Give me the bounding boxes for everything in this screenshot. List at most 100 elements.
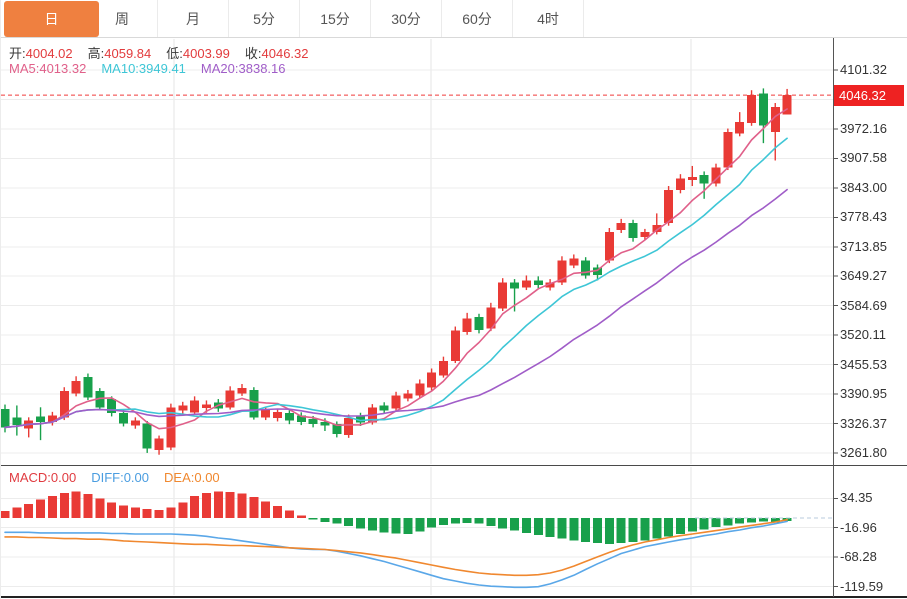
macd-bar[interactable] [498,517,508,529]
candle[interactable] [83,377,93,398]
candle[interactable] [308,419,318,425]
macd-bar[interactable] [462,517,472,524]
candle[interactable] [664,190,674,223]
macd-bar[interactable] [486,517,496,527]
macd-bar[interactable] [59,492,69,518]
candle[interactable] [415,383,425,396]
candle[interactable] [521,280,531,288]
macd-bar[interactable] [356,517,365,529]
candle[interactable] [391,395,401,409]
timeframe-tab-60min[interactable]: 60分 [442,0,513,37]
macd-bar[interactable] [569,517,579,541]
macd-bar[interactable] [711,517,721,528]
candle[interactable] [533,280,543,286]
candle[interactable] [438,360,448,376]
macd-bar[interactable] [628,517,638,543]
macd-bar[interactable] [438,517,448,525]
macd-bar[interactable] [296,515,306,518]
macd-bar[interactable] [640,517,650,541]
candle[interactable] [723,132,733,168]
candle[interactable] [119,412,128,424]
macd-bar[interactable] [119,505,128,518]
candle[interactable] [462,318,472,333]
macd-bar[interactable] [213,491,223,518]
candle[interactable] [154,438,164,451]
candle[interactable] [71,380,81,394]
macd-bar[interactable] [1,511,10,518]
candle[interactable] [699,175,709,184]
macd-bar[interactable] [604,517,614,544]
macd-bar[interactable] [36,499,46,518]
candle[interactable] [36,416,46,422]
candle[interactable] [510,282,520,289]
macd-bar[interactable] [723,517,733,526]
candle[interactable] [1,409,10,428]
macd-bar[interactable] [521,517,531,533]
macd-bar[interactable] [95,498,105,518]
macd-bar[interactable] [12,507,22,518]
candle[interactable] [225,390,235,408]
macd-bar[interactable] [332,517,342,524]
macd-bar[interactable] [273,505,283,518]
candle[interactable] [142,423,152,449]
candle[interactable] [12,417,22,426]
macd-bar[interactable] [557,517,567,539]
macd-bar[interactable] [249,496,259,518]
candle[interactable] [747,95,757,124]
macd-bar[interactable] [83,493,93,518]
macd-bar[interactable] [130,507,140,518]
macd-bar[interactable] [320,517,330,522]
candle[interactable] [344,418,354,436]
timeframe-tab-15min[interactable]: 15分 [300,0,371,37]
macd-bar[interactable] [178,502,188,518]
timeframe-tab-day[interactable]: 日 [4,1,99,37]
candle[interactable] [403,393,413,399]
macd-bar[interactable] [450,517,460,524]
candle[interactable] [450,330,460,361]
candle[interactable] [237,388,247,394]
macd-bar[interactable] [367,517,377,531]
macd-bar[interactable] [24,504,34,518]
macd-bar[interactable] [758,517,768,522]
macd-bar[interactable] [699,517,709,530]
candle[interactable] [273,411,283,419]
macd-bar[interactable] [664,517,674,537]
macd-bar[interactable] [747,517,757,523]
macd-bar[interactable] [201,492,211,518]
candle[interactable] [190,400,200,413]
candle[interactable] [569,258,579,266]
macd-bar[interactable] [427,517,437,528]
macd-bar[interactable] [47,496,57,518]
macd-bar[interactable] [71,491,81,518]
macd-bar[interactable] [391,517,401,534]
macd-bar[interactable] [107,502,117,518]
macd-bar[interactable] [510,517,520,531]
macd-bar[interactable] [652,517,662,539]
macd-bar[interactable] [533,517,543,536]
timeframe-tab-month[interactable]: 月 [158,0,229,37]
candle[interactable] [474,316,484,331]
macd-bar[interactable] [344,517,354,527]
macd-bar[interactable] [142,508,152,518]
macd-bar[interactable] [545,517,555,537]
candle[interactable] [201,404,211,409]
candle[interactable] [758,93,768,126]
candle[interactable] [675,178,685,191]
macd-bar[interactable] [735,517,745,524]
candle[interactable] [735,122,745,134]
candle[interactable] [616,222,626,230]
macd-bar[interactable] [166,507,176,518]
candle[interactable] [178,405,188,411]
macd-bar[interactable] [284,510,294,518]
macd-bar[interactable] [581,517,591,543]
timeframe-tab-30min[interactable]: 30分 [371,0,442,37]
candle[interactable] [284,412,294,421]
macd-bar[interactable] [261,501,271,518]
candle[interactable] [687,176,697,181]
macd-bar[interactable] [474,517,484,524]
macd-bar[interactable] [154,509,164,518]
macd-bar[interactable] [190,496,200,518]
candle[interactable] [604,232,614,261]
macd-bar[interactable] [687,517,697,532]
macd-bar[interactable] [616,517,626,544]
